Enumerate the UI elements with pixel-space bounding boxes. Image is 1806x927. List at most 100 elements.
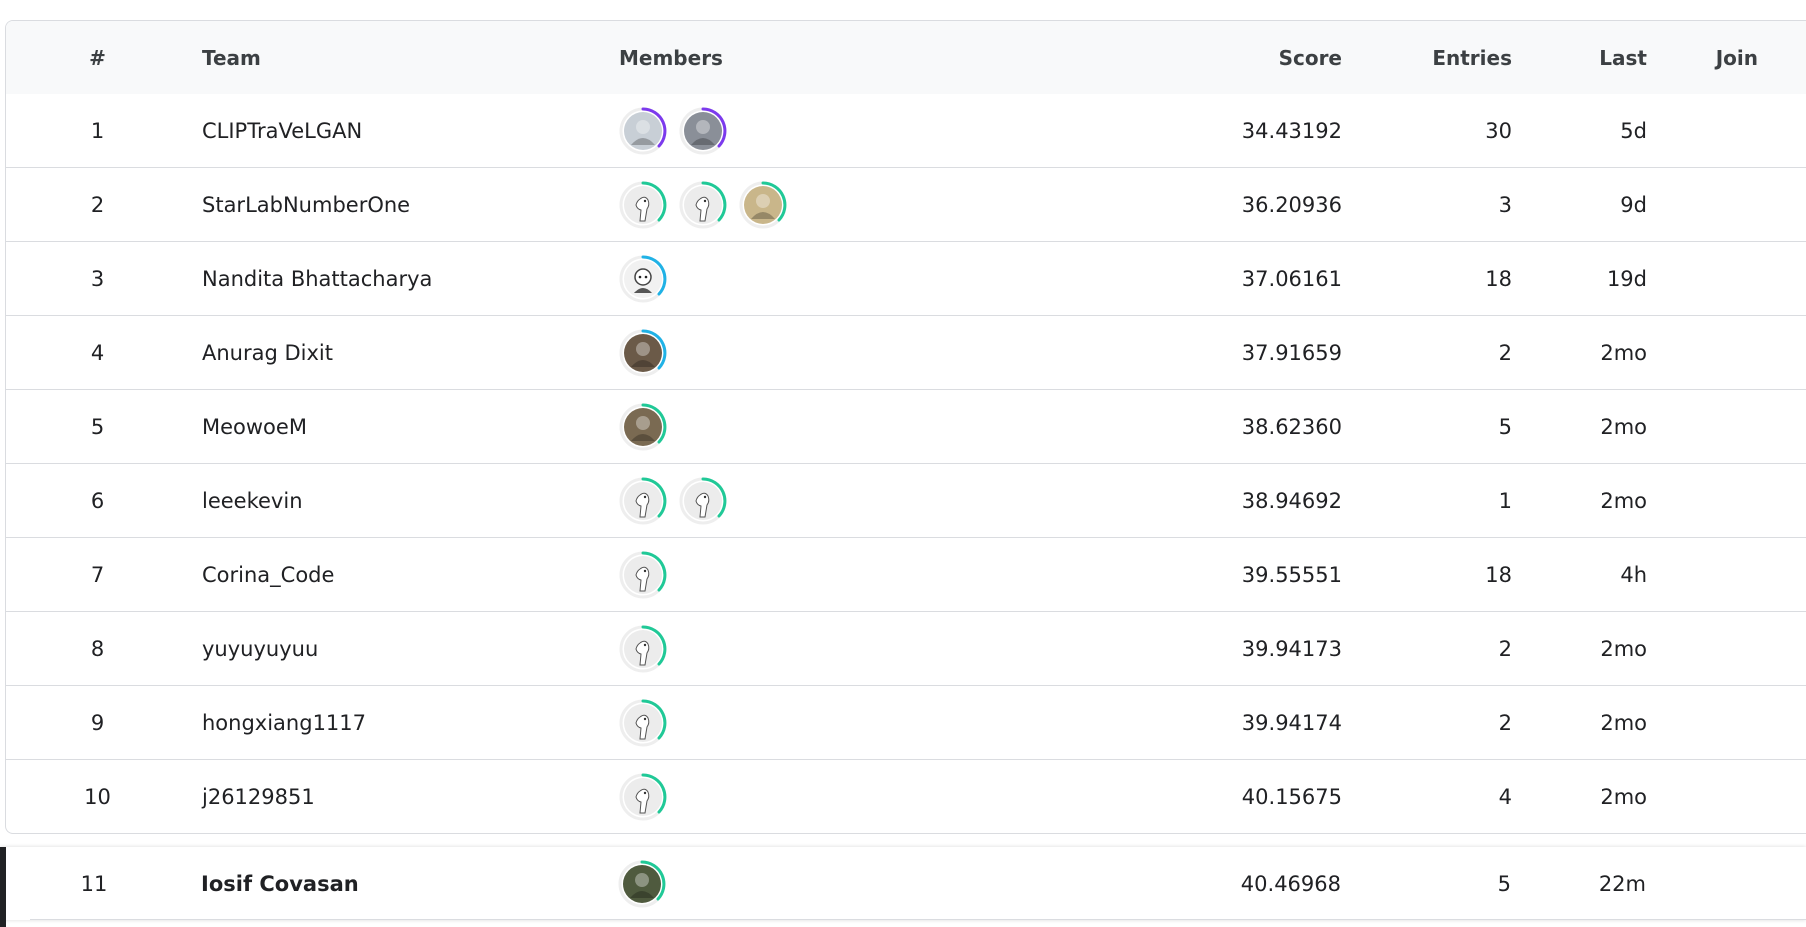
user-photo-icon[interactable] xyxy=(679,107,727,155)
score-cell: 37.06161 xyxy=(1241,266,1342,291)
score-cell: 39.94173 xyxy=(1241,636,1342,661)
entries-cell: 4 xyxy=(1498,784,1512,809)
rank-cell: 10 xyxy=(84,784,111,809)
rank-cell: 4 xyxy=(90,340,105,365)
team-name[interactable]: hongxiang1117 xyxy=(202,711,366,735)
rank-cell: 5 xyxy=(90,414,105,439)
team-members xyxy=(619,477,727,525)
table-row[interactable]: 5 MeowoeM 38.62360 5 2mo xyxy=(6,389,1806,463)
last-cell: 2mo xyxy=(1600,414,1647,439)
my-entries: 5 xyxy=(1497,871,1511,896)
last-cell: 9d xyxy=(1620,192,1647,217)
goose-avatar-icon[interactable] xyxy=(619,181,667,229)
rank-cell: 9 xyxy=(90,710,105,735)
entries-cell: 18 xyxy=(1485,266,1512,291)
team-members xyxy=(619,625,667,673)
table-row[interactable]: 8 yuyuyuyuu 39.94173 2 2mo xyxy=(6,611,1806,685)
my-rank: 11 xyxy=(80,871,108,896)
team-members xyxy=(619,181,787,229)
my-score: 40.46968 xyxy=(1240,871,1341,896)
entries-cell: 2 xyxy=(1498,340,1512,365)
join-header: Join xyxy=(1715,45,1758,70)
my-team-members xyxy=(618,860,666,908)
last-cell: 2mo xyxy=(1600,636,1647,661)
score-cell: 37.91659 xyxy=(1241,340,1342,365)
team-name[interactable]: yuyuyuyuu xyxy=(202,637,318,661)
rank-cell: 6 xyxy=(90,488,105,513)
rank-header: # xyxy=(89,45,106,70)
user-photo-icon[interactable] xyxy=(619,107,667,155)
table-row[interactable]: 4 Anurag Dixit 37.91659 2 2mo xyxy=(6,315,1806,389)
rank-cell: 8 xyxy=(90,636,105,661)
team-name[interactable]: Anurag Dixit xyxy=(202,341,333,365)
team-members xyxy=(619,551,667,599)
team-members xyxy=(619,699,667,747)
user-photo-icon[interactable] xyxy=(619,403,667,451)
entries-cell: 18 xyxy=(1485,562,1512,587)
user-photo-icon[interactable] xyxy=(739,181,787,229)
team-name[interactable]: j26129851 xyxy=(202,785,315,809)
score-cell: 38.62360 xyxy=(1241,414,1342,439)
table-row[interactable]: 10 j26129851 40.15675 4 2mo xyxy=(6,759,1806,833)
rank-cell: 7 xyxy=(90,562,105,587)
my-last: 22m xyxy=(1598,871,1646,896)
score-header: Score xyxy=(1278,45,1342,70)
last-cell: 5d xyxy=(1620,118,1647,143)
entries-cell: 3 xyxy=(1498,192,1512,217)
goose-avatar-icon[interactable] xyxy=(619,551,667,599)
last-cell: 2mo xyxy=(1600,710,1647,735)
score-cell: 40.15675 xyxy=(1241,784,1342,809)
entries-cell: 1 xyxy=(1498,488,1512,513)
team-name[interactable]: leeekevin xyxy=(202,489,303,513)
members-header: Members xyxy=(619,45,723,70)
my-row-divider xyxy=(30,919,1806,920)
team-name[interactable]: StarLabNumberOne xyxy=(202,193,410,217)
score-cell: 38.94692 xyxy=(1241,488,1342,513)
my-team-row[interactable]: 11 Iosif Covasan 40.46968 5 22m xyxy=(0,847,1806,927)
user-photo-icon[interactable] xyxy=(618,860,666,908)
last-header: Last xyxy=(1599,45,1647,70)
score-cell: 39.55551 xyxy=(1241,562,1342,587)
table-row[interactable]: 7 Corina_Code 39.55551 18 4h xyxy=(6,537,1806,611)
goose-avatar-icon[interactable] xyxy=(679,181,727,229)
my-team-name[interactable]: Iosif Covasan xyxy=(201,872,359,896)
leaderboard-header: # Team Members Score Entries Last Join xyxy=(6,21,1806,94)
last-cell: 2mo xyxy=(1600,784,1647,809)
rank-cell: 3 xyxy=(90,266,105,291)
last-cell: 19d xyxy=(1606,266,1647,291)
entries-cell: 2 xyxy=(1498,710,1512,735)
team-members xyxy=(619,107,727,155)
team-header: Team xyxy=(202,45,261,70)
table-row[interactable]: 9 hongxiang1117 39.94174 2 2mo xyxy=(6,685,1806,759)
team-members xyxy=(619,773,667,821)
goose-avatar-icon[interactable] xyxy=(619,773,667,821)
entries-header: Entries xyxy=(1432,45,1512,70)
last-cell: 4h xyxy=(1620,562,1647,587)
entries-cell: 30 xyxy=(1485,118,1512,143)
entries-cell: 5 xyxy=(1498,414,1512,439)
goose-avatar-icon[interactable] xyxy=(679,477,727,525)
score-cell: 39.94174 xyxy=(1241,710,1342,735)
team-name[interactable]: Nandita Bhattacharya xyxy=(202,267,432,291)
goose-avatar-icon[interactable] xyxy=(619,699,667,747)
team-name[interactable]: MeowoeM xyxy=(202,415,307,439)
last-cell: 2mo xyxy=(1600,340,1647,365)
goose-avatar-icon[interactable] xyxy=(619,625,667,673)
score-cell: 36.20936 xyxy=(1241,192,1342,217)
team-members xyxy=(619,255,667,303)
goose-avatar-icon[interactable] xyxy=(619,477,667,525)
user-cartoon-icon[interactable] xyxy=(619,255,667,303)
leaderboard-table: # Team Members Score Entries Last Join 1… xyxy=(5,20,1806,834)
team-name[interactable]: CLIPTraVeLGAN xyxy=(202,119,362,143)
entries-cell: 2 xyxy=(1498,636,1512,661)
user-photo-icon[interactable] xyxy=(619,329,667,377)
table-row[interactable]: 6 leeekevin 38.94692 1 2mo xyxy=(6,463,1806,537)
team-name[interactable]: Corina_Code xyxy=(202,563,334,587)
rank-cell: 1 xyxy=(90,118,105,143)
rank-cell: 2 xyxy=(90,192,105,217)
last-cell: 2mo xyxy=(1600,488,1647,513)
table-row[interactable]: 2 StarLabNumberOne 36.20936 3 9d xyxy=(6,167,1806,241)
team-members xyxy=(619,403,667,451)
table-row[interactable]: 3 Nandita Bhattacharya 37.06161 18 19d xyxy=(6,241,1806,315)
table-row[interactable]: 1 CLIPTraVeLGAN 34.43192 30 5d xyxy=(6,94,1806,167)
